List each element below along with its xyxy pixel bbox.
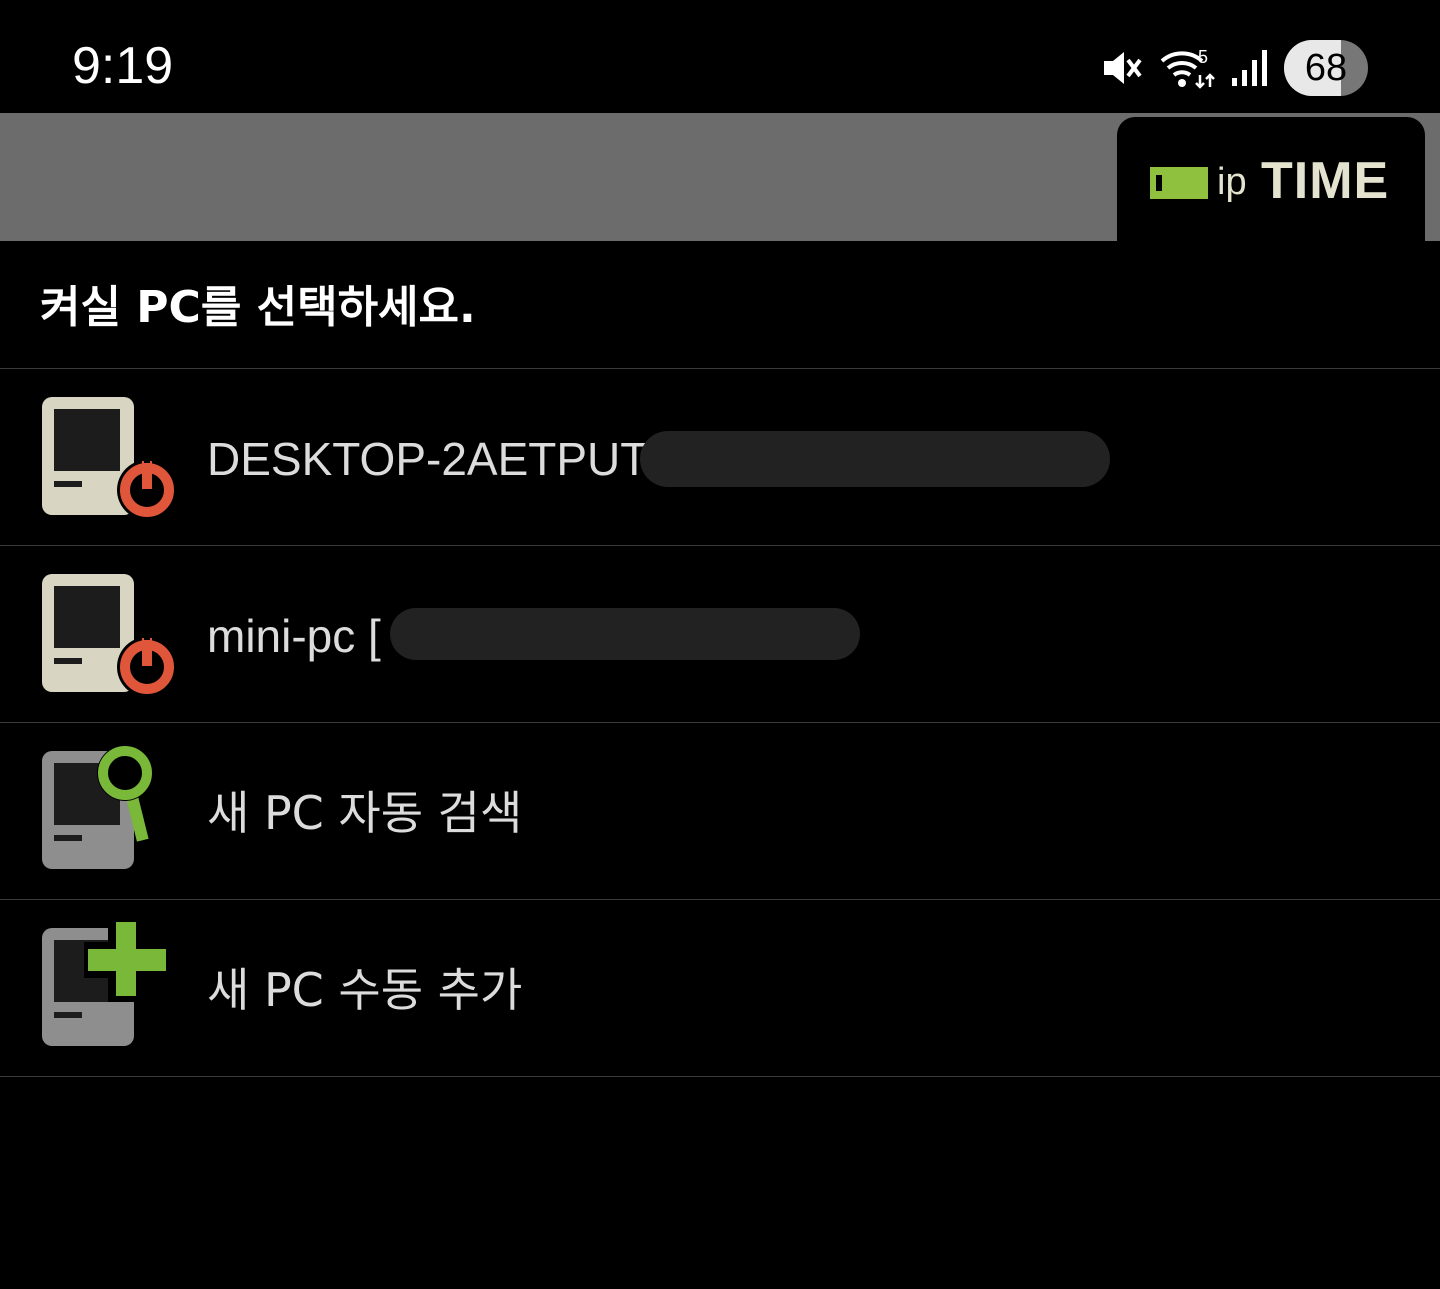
iptime-logo: ip TIME: [1117, 117, 1425, 241]
status-bar: 9:19 5 68: [0, 0, 1440, 113]
pc-power-icon: [42, 397, 177, 520]
list-item-label: 새 PC 자동 검색: [207, 786, 523, 840]
list-item-mini-pc[interactable]: mini-pc [: [0, 546, 1440, 723]
list-item-auto-search[interactable]: 새 PC 자동 검색: [0, 723, 1440, 900]
signal-icon: [1232, 50, 1267, 86]
mute-icon: [1104, 52, 1142, 84]
list-item-manual-add[interactable]: 새 PC 수동 추가: [0, 900, 1440, 1077]
battery-level: 68: [1304, 46, 1348, 89]
pc-list: DESKTOP-2AETPUT [ mini-pc [ 새 PC 자동 검색 새…: [0, 368, 1440, 1077]
pc-add-icon: [42, 922, 172, 1046]
status-icons: 5 68: [1100, 38, 1368, 98]
list-item-label: 새 PC 수동 추가: [207, 963, 523, 1017]
list-item-label: DESKTOP-2AETPUT [: [207, 433, 674, 485]
logo-ip-text: ip: [1217, 161, 1247, 203]
logo-block-icon: [1150, 167, 1208, 199]
battery-icon: 68: [1284, 40, 1368, 96]
list-item-label: mini-pc [: [207, 610, 381, 662]
status-time: 9:19: [72, 37, 174, 95]
wifi-icon: 5: [1160, 47, 1215, 89]
logo-time-text: TIME: [1261, 152, 1390, 210]
wifi-badge: 5: [1198, 47, 1208, 67]
redacted-block: [640, 431, 1110, 487]
pc-power-icon: [42, 574, 177, 697]
redacted-block: [390, 608, 860, 660]
list-item-desktop[interactable]: DESKTOP-2AETPUT [: [0, 369, 1440, 546]
pc-search-icon: [42, 745, 153, 869]
page-title: 켜실 PC를 선택하세요.: [40, 282, 476, 333]
